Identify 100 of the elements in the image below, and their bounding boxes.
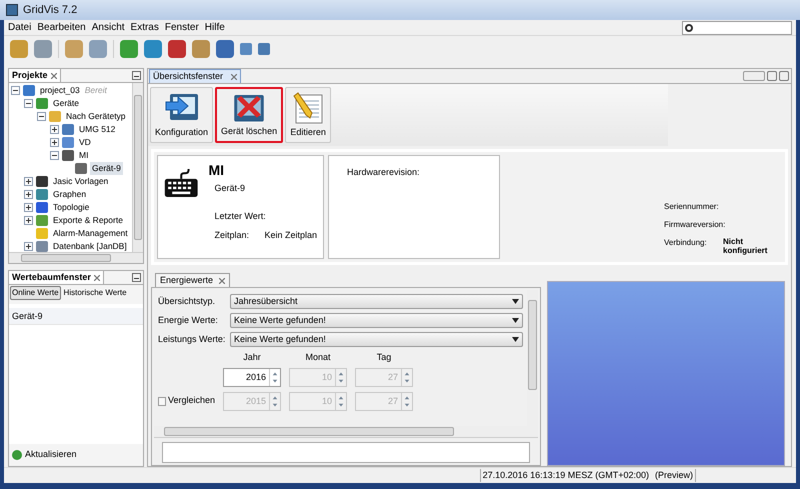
toolbar-icon[interactable] <box>89 40 107 58</box>
tree-item[interactable]: Gerät-9 <box>90 162 123 175</box>
tree-item[interactable]: Datenbank [JanDB] <box>51 240 129 252</box>
expand-toggle[interactable] <box>50 125 59 134</box>
tree-item[interactable]: Graphen <box>51 188 88 201</box>
app-logo-icon <box>6 4 18 16</box>
collapse-toggle[interactable] <box>24 99 33 108</box>
tree-node-icon <box>23 85 35 96</box>
field-label: Zeitplan: <box>214 229 250 242</box>
value-mode-tab[interactable]: Online Werte <box>10 286 61 300</box>
toolbar-icon[interactable] <box>34 40 52 58</box>
tree-node-icon <box>36 241 48 252</box>
tree-node-icon <box>36 189 48 200</box>
collapse-toggle[interactable] <box>11 86 20 95</box>
dropdown[interactable]: Jahresübersicht <box>230 294 523 309</box>
toolbar-icon[interactable] <box>144 40 162 58</box>
tree-node-icon <box>75 163 87 174</box>
tree-node-icon <box>36 98 48 109</box>
expand-toggle[interactable] <box>24 216 33 225</box>
column-header: Jahr <box>242 351 262 364</box>
collapse-toggle[interactable] <box>50 151 59 160</box>
close-icon[interactable] <box>219 278 226 284</box>
field-label: Leistungs Werte: <box>158 332 226 346</box>
menu-item[interactable]: Ansicht <box>92 20 125 35</box>
dropdown[interactable]: Keine Werte gefunden! <box>230 313 523 328</box>
field-value: Kein Zeitplan <box>264 229 317 242</box>
panel-tab[interactable]: Projekte <box>9 69 61 82</box>
toolbar-icon[interactable] <box>65 40 83 58</box>
expand-toggle[interactable] <box>24 190 33 199</box>
tree-node-icon <box>36 202 48 213</box>
tree-item[interactable]: Topologie <box>51 201 92 214</box>
close-icon[interactable] <box>231 74 238 80</box>
tree-node-icon <box>62 124 74 135</box>
search-icon <box>685 24 693 32</box>
toolbar-icon[interactable] <box>216 40 234 58</box>
project-status: Bereit <box>84 84 107 97</box>
tree-item[interactable]: MI <box>77 149 90 162</box>
status-mode: (Preview) <box>654 468 696 482</box>
menu-item[interactable]: Datei <box>8 20 32 35</box>
toolbar-icon[interactable] <box>120 40 138 58</box>
tree-item[interactable]: Geräte <box>51 97 81 110</box>
menu-item[interactable]: Fenster <box>164 20 199 35</box>
editor-tab[interactable]: Übersichtsfenster <box>149 69 242 83</box>
toolbar-icon[interactable] <box>168 40 186 58</box>
dropdown-arrow-icon <box>512 337 519 342</box>
tree-item[interactable]: UMG 512 <box>77 123 118 136</box>
horizontal-scrollbar[interactable] <box>9 252 143 263</box>
action-button[interactable]: Konfiguration <box>150 87 214 143</box>
menu-item[interactable]: Extras <box>130 20 159 35</box>
status-datetime: 27.10.2016 16:13:19 MESZ (GMT+02:00) <box>480 468 649 482</box>
device-label: Gerät-9 <box>214 182 246 195</box>
expand-toggle[interactable] <box>50 138 59 147</box>
field-label: Seriennummer: <box>664 201 720 213</box>
tree-node-icon <box>62 150 74 161</box>
menu-item[interactable]: Bearbeiten <box>37 20 86 35</box>
menu-item[interactable]: Hilfe <box>204 20 225 35</box>
value-mode-tab[interactable]: Historische Werte <box>62 286 129 300</box>
action-button[interactable]: Editieren <box>285 87 332 143</box>
minimize-icon[interactable] <box>132 71 141 80</box>
tree-item[interactable]: Alarm-Management <box>51 227 130 240</box>
refresh-button[interactable]: Aktualisieren <box>12 448 77 462</box>
expand-toggle[interactable] <box>24 177 33 186</box>
search-field[interactable] <box>682 20 792 34</box>
checkbox[interactable] <box>158 396 166 406</box>
action-button[interactable]: Gerät löschen <box>215 87 284 143</box>
text-area[interactable] <box>162 442 530 463</box>
energy-tab[interactable]: Energiewerte <box>155 273 230 287</box>
tab-navigation-icon[interactable] <box>743 71 765 81</box>
panel-tab[interactable]: Wertebaumfenster <box>9 271 104 284</box>
collapse-toggle[interactable] <box>37 112 46 121</box>
minimize-icon[interactable] <box>132 273 141 282</box>
dropdown[interactable]: Keine Werte gefunden! <box>230 332 523 347</box>
tree-item[interactable]: Nach Gerätetyp <box>64 110 128 123</box>
column-header: Tag <box>376 351 392 364</box>
dropdown-icon[interactable] <box>767 71 777 81</box>
field-label: Übersichtstyp. <box>158 294 216 308</box>
window-title: GridVis 7.2 <box>23 2 78 18</box>
expand-toggle[interactable] <box>24 242 33 251</box>
tree-item[interactable]: project_03 <box>38 84 82 97</box>
close-icon[interactable] <box>94 274 100 280</box>
field-label: Letzter Wert: <box>214 210 264 222</box>
tree-node-icon <box>62 137 74 148</box>
tree-item[interactable]: Jasic Vorlagen <box>51 175 110 188</box>
tree-item[interactable]: VD <box>77 136 93 149</box>
close-icon[interactable] <box>50 72 57 78</box>
tree-item[interactable]: Exporte & Reporte <box>51 214 125 227</box>
vertical-scrollbar[interactable] <box>132 83 143 252</box>
toolbar-icon[interactable] <box>258 43 270 55</box>
tree-node-icon <box>49 111 61 122</box>
dropdown-arrow-icon <box>512 299 519 304</box>
toolbar-icon[interactable] <box>10 40 28 58</box>
expand-toggle[interactable] <box>24 203 33 212</box>
list-item[interactable]: Gerät-9 <box>9 308 143 325</box>
field-label: Firmwareversion: <box>664 219 723 231</box>
field-label: Verbindung: <box>664 237 708 249</box>
checkbox-label: Vergleichen <box>168 394 215 408</box>
tree-node-icon <box>36 228 48 239</box>
field-label: Energie Werte: <box>158 314 219 327</box>
toolbar-icon[interactable] <box>192 40 210 58</box>
maximize-icon[interactable] <box>779 71 789 81</box>
